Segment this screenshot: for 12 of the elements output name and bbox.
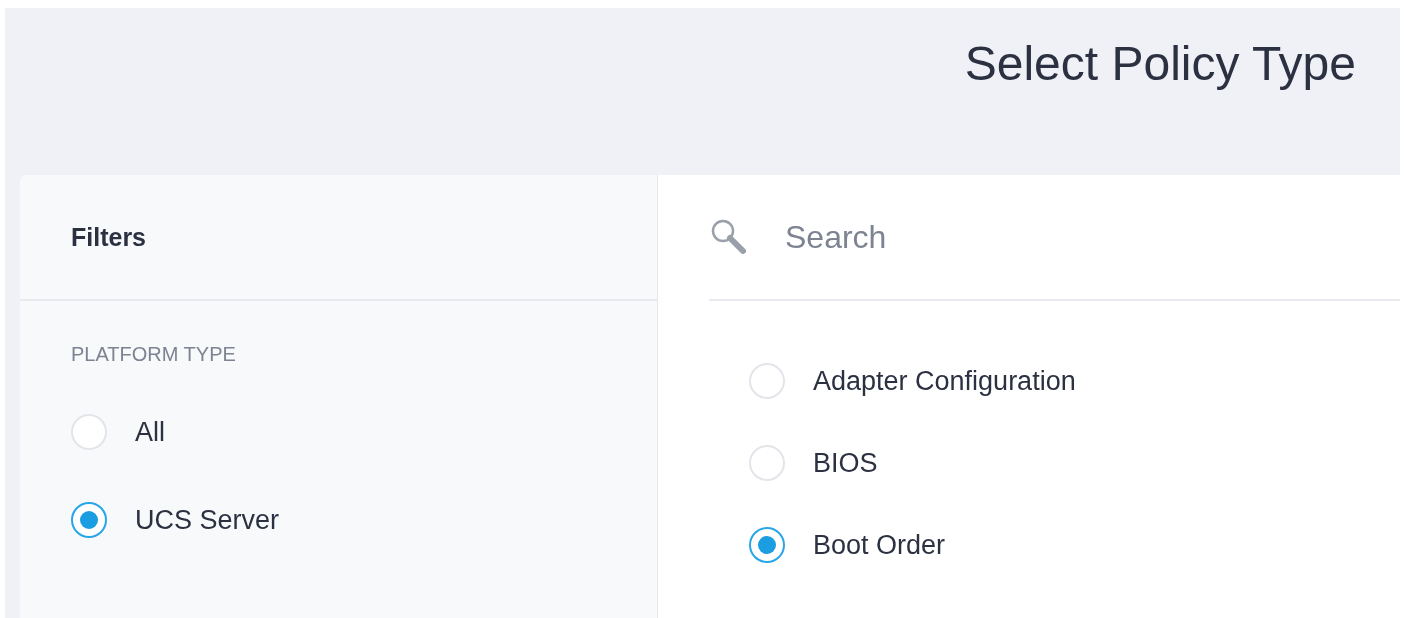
radio-option[interactable]: Boot Order: [749, 527, 1400, 563]
radio-option[interactable]: All: [71, 414, 657, 450]
search-field[interactable]: Search: [783, 217, 1187, 257]
radio-option[interactable]: BIOS: [749, 445, 1400, 481]
radio-button[interactable]: [71, 502, 107, 538]
radio-button[interactable]: [749, 527, 785, 563]
radio-option[interactable]: UCS Server: [71, 502, 657, 538]
search-icon: [709, 217, 749, 257]
radio-option[interactable]: Adapter Configuration: [749, 363, 1400, 399]
filters-heading: Filters: [71, 222, 147, 252]
page-title: Select Policy Type: [964, 38, 1356, 91]
group-label: PLATFORM TYPE: [71, 343, 237, 366]
